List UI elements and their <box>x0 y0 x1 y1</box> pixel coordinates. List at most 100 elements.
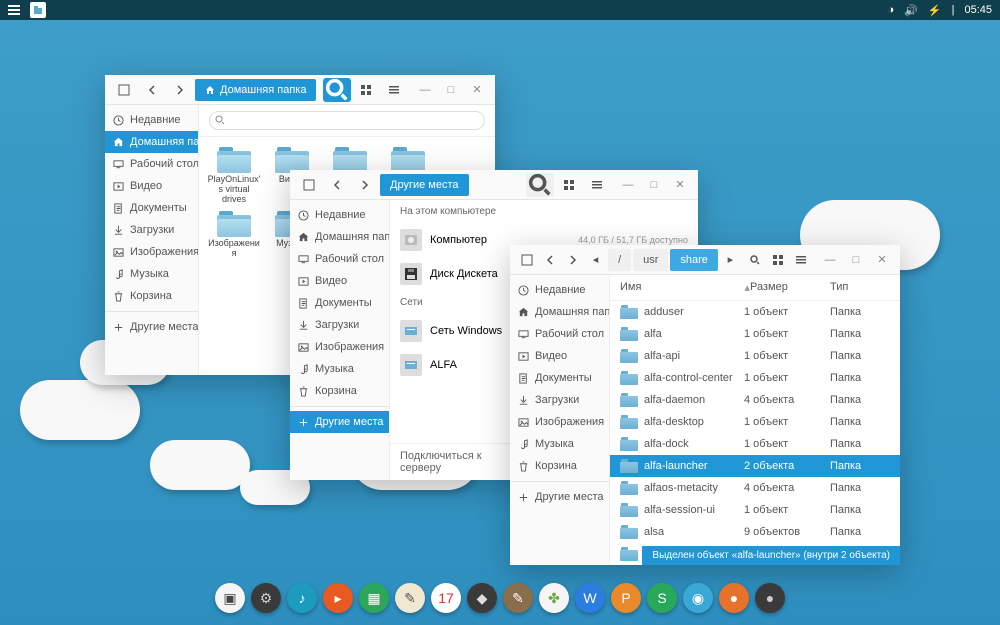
dock-spreadsheet[interactable]: ▦ <box>359 583 389 613</box>
list-view-button[interactable] <box>584 173 610 197</box>
titlebar[interactable]: Другие места — □ ✕ <box>290 170 698 200</box>
titlebar[interactable]: ◂ / usr share ▸ — □ ✕ <box>510 245 900 275</box>
dock-wps-writer[interactable]: W <box>575 583 605 613</box>
sidebar-item-images[interactable]: Изображения <box>290 336 389 358</box>
search-button[interactable] <box>526 173 554 197</box>
dock-wps-presentation[interactable]: P <box>611 583 641 613</box>
titlebar[interactable]: Домашняя папка — □ ✕ <box>105 75 495 105</box>
sidebar-item-desktop[interactable]: Рабочий стол <box>290 248 389 270</box>
path-prev-icon[interactable]: ◂ <box>585 248 606 272</box>
sidebar-item-downloads[interactable]: Загрузки <box>105 219 198 241</box>
maximize-button[interactable]: □ <box>439 78 463 102</box>
sidebar-item-trash[interactable]: Корзина <box>105 285 198 307</box>
task-files-icon[interactable] <box>30 2 46 18</box>
back-button[interactable] <box>139 78 165 102</box>
dock-gimp[interactable]: ✎ <box>503 583 533 613</box>
sidebar-item-other[interactable]: Другие места <box>510 486 609 508</box>
table-row[interactable]: alfa-dock1 объектПапка <box>610 433 900 455</box>
table-row[interactable]: alfa-session-ui1 объектПапка <box>610 499 900 521</box>
table-row[interactable]: alfa-launcher2 объектаПапка <box>610 455 900 477</box>
dock-files[interactable]: ▣ <box>215 583 245 613</box>
sidebar-item-music[interactable]: Музыка <box>105 263 198 285</box>
sidebar-item-documents[interactable]: Документы <box>510 367 609 389</box>
dock-settings[interactable]: ⚙ <box>251 583 281 613</box>
sidebar-item-home[interactable]: Домашняя папка <box>290 226 389 248</box>
col-name[interactable]: Имя <box>620 281 744 294</box>
icon-view-button[interactable] <box>556 173 582 197</box>
minimize-button[interactable]: — <box>413 78 437 102</box>
back-button[interactable] <box>324 173 350 197</box>
dock-calendar[interactable]: 17 <box>431 583 461 613</box>
list-view-button[interactable] <box>381 78 407 102</box>
dock-video[interactable]: ▸ <box>323 583 353 613</box>
sidebar-item-desktop[interactable]: Рабочий стол <box>105 153 198 175</box>
path-next-icon[interactable]: ▸ <box>720 248 741 272</box>
forward-button[interactable] <box>352 173 378 197</box>
sidebar-item-music[interactable]: Музыка <box>290 358 389 380</box>
table-row[interactable]: alfa1 объектПапка <box>610 323 900 345</box>
table-row[interactable]: alfa-daemon4 объектаПапка <box>610 389 900 411</box>
table-row[interactable]: alsa9 объектовПапка <box>610 521 900 543</box>
sidebar-item-video[interactable]: Видео <box>105 175 198 197</box>
breadcrumb-usr[interactable]: usr <box>633 249 668 271</box>
dock-playonlinux[interactable]: ✤ <box>539 583 569 613</box>
sidebar-item-downloads[interactable]: Загрузки <box>510 389 609 411</box>
sidebar-item-music[interactable]: Музыка <box>510 433 609 455</box>
forward-button[interactable] <box>167 78 193 102</box>
breadcrumb-root[interactable]: / <box>608 249 631 271</box>
dock-browser1[interactable]: ◉ <box>683 583 713 613</box>
sidebar-item-trash[interactable]: Корзина <box>290 380 389 402</box>
dock-terminal[interactable]: ● <box>755 583 785 613</box>
folder-item[interactable]: Изображения <box>207 209 261 259</box>
icon-view-button[interactable] <box>768 248 789 272</box>
sidebar-item-video[interactable]: Видео <box>510 345 609 367</box>
sidebar-item-trash[interactable]: Корзина <box>510 455 609 477</box>
col-size[interactable]: Размер <box>750 281 830 294</box>
path-toggle-icon[interactable] <box>111 78 137 102</box>
sidebar-item-images[interactable]: Изображения <box>510 411 609 433</box>
minimize-button[interactable]: — <box>616 173 640 197</box>
close-button[interactable]: ✕ <box>465 78 489 102</box>
list-view-button[interactable] <box>791 248 812 272</box>
maximize-button[interactable]: □ <box>642 173 666 197</box>
breadcrumb-other-places[interactable]: Другие места <box>380 174 469 196</box>
forward-button[interactable] <box>562 248 583 272</box>
breadcrumb-home[interactable]: Домашняя папка <box>195 79 316 101</box>
dock-firefox[interactable]: ● <box>719 583 749 613</box>
search-input[interactable] <box>209 111 485 130</box>
col-type[interactable]: Тип <box>830 281 890 294</box>
minimize-button[interactable]: — <box>818 248 842 272</box>
battery-icon[interactable]: ⚡ <box>928 4 942 17</box>
sidebar-item-home[interactable]: Домашняя папка <box>105 131 198 153</box>
sidebar-item-recent[interactable]: Недавние <box>105 109 198 131</box>
volume-icon[interactable]: 🔊 <box>904 4 918 17</box>
dock-wps-spreadsheet[interactable]: S <box>647 583 677 613</box>
search-button[interactable] <box>323 78 351 102</box>
sidebar-item-documents[interactable]: Документы <box>105 197 198 219</box>
sidebar-item-downloads[interactable]: Загрузки <box>290 314 389 336</box>
sidebar-item-recent[interactable]: Недавние <box>510 279 609 301</box>
sidebar-item-other[interactable]: Другие места <box>105 316 198 338</box>
sidebar-item-documents[interactable]: Документы <box>290 292 389 314</box>
list-header[interactable]: Имя ▴ Размер Тип <box>610 275 900 301</box>
folder-item[interactable]: PlayOnLinux's virtual drives <box>207 145 261 205</box>
path-toggle-icon[interactable] <box>296 173 322 197</box>
table-row[interactable]: alfaos-metacity4 объектаПапка <box>610 477 900 499</box>
sidebar-item-video[interactable]: Видео <box>290 270 389 292</box>
close-button[interactable]: ✕ <box>668 173 692 197</box>
sidebar-item-images[interactable]: Изображения <box>105 241 198 263</box>
network-icon[interactable]: ◑ <box>888 4 895 16</box>
breadcrumb-share[interactable]: share <box>670 249 718 271</box>
table-row[interactable]: alfa-desktop1 объектПапка <box>610 411 900 433</box>
menu-button[interactable] <box>8 5 20 15</box>
dock-music[interactable]: ♪ <box>287 583 317 613</box>
path-toggle-icon[interactable] <box>516 248 537 272</box>
table-row[interactable]: alfa-control-center1 объектПапка <box>610 367 900 389</box>
dock-inkscape[interactable]: ◆ <box>467 583 497 613</box>
table-row[interactable]: alfa-api1 объектПапка <box>610 345 900 367</box>
table-row[interactable]: adduser1 объектПапка <box>610 301 900 323</box>
icon-view-button[interactable] <box>353 78 379 102</box>
dock-notes[interactable]: ✎ <box>395 583 425 613</box>
sidebar-item-other[interactable]: Другие места <box>290 411 389 433</box>
sidebar-item-desktop[interactable]: Рабочий стол <box>510 323 609 345</box>
